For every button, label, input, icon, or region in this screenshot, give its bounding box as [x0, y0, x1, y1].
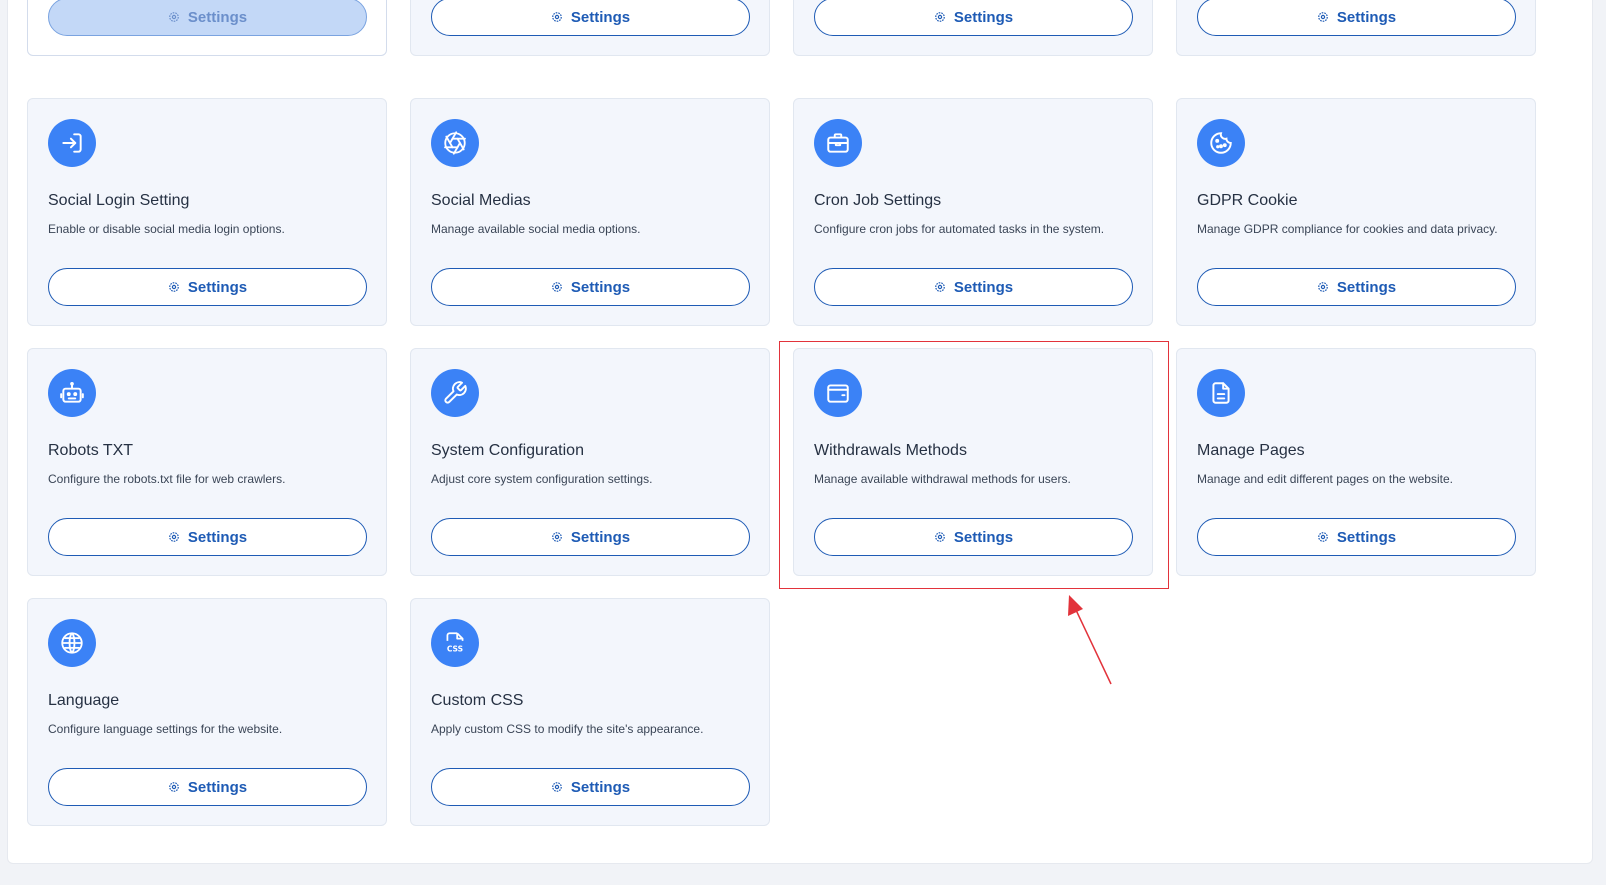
css-file-icon: CSS	[431, 619, 479, 667]
gear-icon	[169, 532, 179, 542]
settings-button-label: Settings	[187, 528, 248, 546]
gear-icon	[552, 532, 562, 542]
settings-button-label: Settings	[187, 8, 248, 26]
card-language: Language Configure language settings for…	[27, 598, 387, 826]
settings-button-label: Settings	[187, 278, 248, 296]
card-withdrawals-methods: Withdrawals Methods Manage available wit…	[793, 348, 1153, 576]
settings-button-label: Settings	[570, 778, 631, 796]
settings-button-label: Settings	[570, 8, 631, 26]
card-description: Manage GDPR compliance for cookies and d…	[1197, 222, 1498, 236]
card-title: Withdrawals Methods	[814, 442, 967, 459]
gear-icon	[935, 282, 945, 292]
settings-button-label: Settings	[1336, 8, 1397, 26]
settings-panel: Settings Settings Settings Settings Soci…	[7, 0, 1593, 864]
card-description: Configure the robots.txt file for web cr…	[48, 472, 286, 486]
settings-button-label: Settings	[570, 528, 631, 546]
settings-button[interactable]: Settings	[48, 518, 367, 556]
gear-icon	[1318, 282, 1328, 292]
card-description: Manage available social media options.	[431, 222, 641, 236]
card-description: Configure cron jobs for automated tasks …	[814, 222, 1105, 236]
gear-icon	[1318, 532, 1328, 542]
card-title: Custom CSS	[431, 692, 524, 709]
settings-button[interactable]: Settings	[48, 768, 367, 806]
card-description: Manage available withdrawal methods for …	[814, 472, 1071, 486]
card-description: Configure language settings for the webs…	[48, 722, 283, 736]
card-title: Language	[48, 692, 120, 709]
settings-card-top-4: Settings	[1176, 0, 1536, 56]
card-description: Apply custom CSS to modify the site's ap…	[431, 722, 704, 736]
gear-icon	[935, 12, 945, 22]
briefcase-icon	[814, 119, 862, 167]
cookie-icon	[1197, 119, 1245, 167]
gear-icon	[552, 782, 562, 792]
settings-button[interactable]: Settings	[1197, 268, 1516, 306]
svg-text:CSS: CSS	[447, 645, 463, 654]
document-icon	[1197, 369, 1245, 417]
wallet-icon	[814, 369, 862, 417]
settings-button[interactable]: Settings	[814, 518, 1133, 556]
card-title: Social Login Setting	[48, 192, 190, 209]
gear-icon	[169, 12, 179, 22]
settings-card-top-3: Settings	[793, 0, 1153, 56]
card-description: Manage and edit different pages on the w…	[1197, 472, 1453, 486]
settings-card-top-1: Settings	[27, 0, 387, 56]
gear-icon	[552, 12, 562, 22]
card-description: Enable or disable social media login opt…	[48, 222, 285, 236]
settings-button[interactable]: Settings	[1197, 518, 1516, 556]
card-title: GDPR Cookie	[1197, 192, 1298, 209]
settings-button[interactable]: Settings	[814, 268, 1133, 306]
card-social-medias: Social Medias Manage available social me…	[410, 98, 770, 326]
settings-button-label: Settings	[1336, 278, 1397, 296]
settings-button-label: Settings	[187, 778, 248, 796]
settings-button[interactable]: Settings	[48, 0, 367, 36]
card-social-login-setting: Social Login Setting Enable or disable s…	[27, 98, 387, 326]
settings-card-top-2: Settings	[410, 0, 770, 56]
card-gdpr-cookie: GDPR Cookie Manage GDPR compliance for c…	[1176, 98, 1536, 326]
card-system-configuration: System Configuration Adjust core system …	[410, 348, 770, 576]
globe-icon	[48, 619, 96, 667]
card-description: Adjust core system configuration setting…	[431, 472, 653, 486]
settings-button-label: Settings	[1336, 528, 1397, 546]
settings-button-label: Settings	[953, 8, 1014, 26]
settings-button-label: Settings	[953, 528, 1014, 546]
gear-icon	[1318, 12, 1328, 22]
robot-icon	[48, 369, 96, 417]
card-title: Manage Pages	[1197, 442, 1305, 459]
card-title: Robots TXT	[48, 442, 134, 459]
gear-icon	[552, 282, 562, 292]
gear-icon	[935, 532, 945, 542]
gear-icon	[169, 282, 179, 292]
card-title: System Configuration	[431, 442, 584, 459]
settings-button-label: Settings	[570, 278, 631, 296]
card-title: Cron Job Settings	[814, 192, 942, 209]
wrench-icon	[431, 369, 479, 417]
card-robots-txt: Robots TXT Configure the robots.txt file…	[27, 348, 387, 576]
settings-button[interactable]: Settings	[814, 0, 1133, 36]
settings-button[interactable]: Settings	[48, 268, 367, 306]
card-title: Social Medias	[431, 192, 531, 209]
settings-button[interactable]: Settings	[431, 518, 750, 556]
card-cron-job-settings: Cron Job Settings Configure cron jobs fo…	[793, 98, 1153, 326]
settings-button[interactable]: Settings	[431, 768, 750, 806]
settings-button[interactable]: Settings	[431, 268, 750, 306]
card-manage-pages: Manage Pages Manage and edit different p…	[1176, 348, 1536, 576]
settings-button-label: Settings	[953, 278, 1014, 296]
settings-button[interactable]: Settings	[431, 0, 750, 36]
aperture-icon	[431, 119, 479, 167]
login-arrow-icon	[48, 119, 96, 167]
gear-icon	[169, 782, 179, 792]
card-custom-css: CSS Custom CSS Apply custom CSS to modif…	[410, 598, 770, 826]
settings-button[interactable]: Settings	[1197, 0, 1516, 36]
